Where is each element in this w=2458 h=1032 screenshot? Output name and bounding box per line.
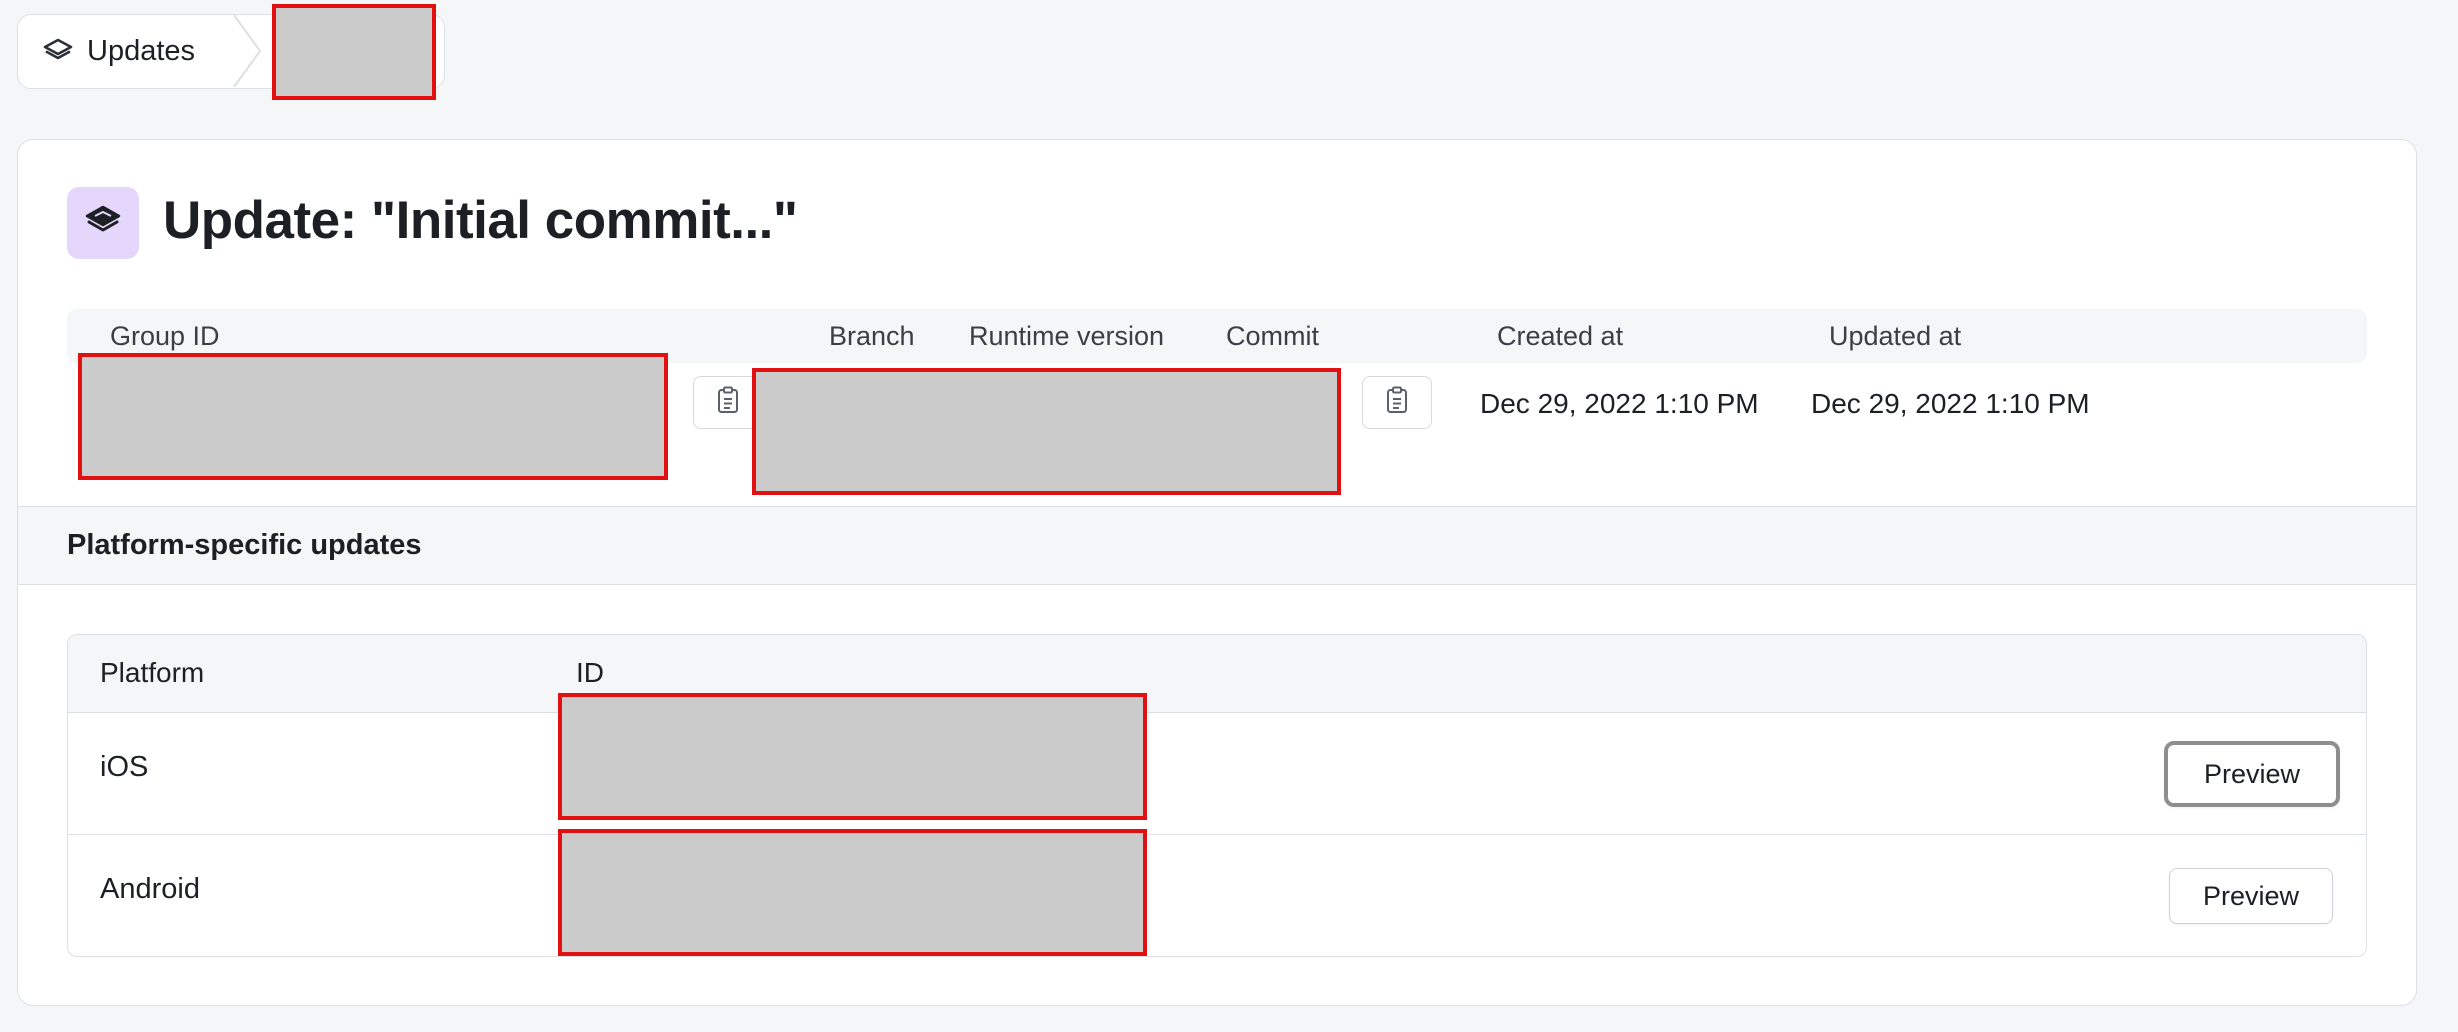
copy-commit-button[interactable]	[1362, 376, 1432, 429]
platform-section-header: Platform-specific updates	[18, 506, 2416, 585]
clipboard-icon	[716, 386, 740, 419]
platform-name: iOS	[100, 751, 149, 783]
breadcrumb-updates-label: Updates	[87, 34, 196, 67]
platform-section-title: Platform-specific updates	[67, 529, 422, 561]
header-platform: Platform	[100, 657, 205, 688]
header-group-id: Group ID	[110, 321, 220, 351]
branch-runtime-commit-redacted	[752, 368, 1341, 495]
header-commit: Commit	[1226, 321, 1319, 351]
header-id: ID	[576, 657, 604, 688]
preview-button[interactable]: Preview	[2169, 868, 2333, 924]
update-icon-badge	[67, 187, 139, 259]
header-created-at: Created at	[1497, 321, 1624, 351]
created-at-value: Dec 29, 2022 1:10 PM	[1480, 388, 1759, 419]
updated-at-value: Dec 29, 2022 1:10 PM	[1811, 388, 2090, 419]
ios-id-redacted	[558, 693, 1147, 820]
breadcrumb-current-redacted	[272, 4, 436, 100]
layers-icon	[40, 33, 76, 69]
table-row: Android Preview	[68, 835, 2366, 956]
preview-button[interactable]: Preview	[2164, 741, 2340, 807]
update-details-card: Update: "Initial commit..." Group ID Bra…	[17, 139, 2417, 1006]
header-runtime-version: Runtime version	[969, 321, 1165, 351]
breadcrumb-separator	[233, 15, 262, 87]
breadcrumb-updates-link[interactable]: Updates	[18, 15, 238, 87]
header-updated-at: Updated at	[1829, 321, 1962, 351]
group-id-redacted	[78, 353, 668, 480]
header-branch: Branch	[829, 321, 915, 351]
layers-icon	[83, 204, 123, 243]
android-id-redacted	[558, 829, 1147, 956]
platform-updates-table: Platform ID iOS Preview Android Preview	[67, 634, 2367, 957]
table-header-row: Platform ID	[68, 635, 2366, 713]
platform-name: Android	[100, 873, 200, 905]
clipboard-icon	[1385, 386, 1409, 419]
table-row: iOS Preview	[68, 713, 2366, 835]
page-title: Update: "Initial commit..."	[163, 191, 798, 250]
